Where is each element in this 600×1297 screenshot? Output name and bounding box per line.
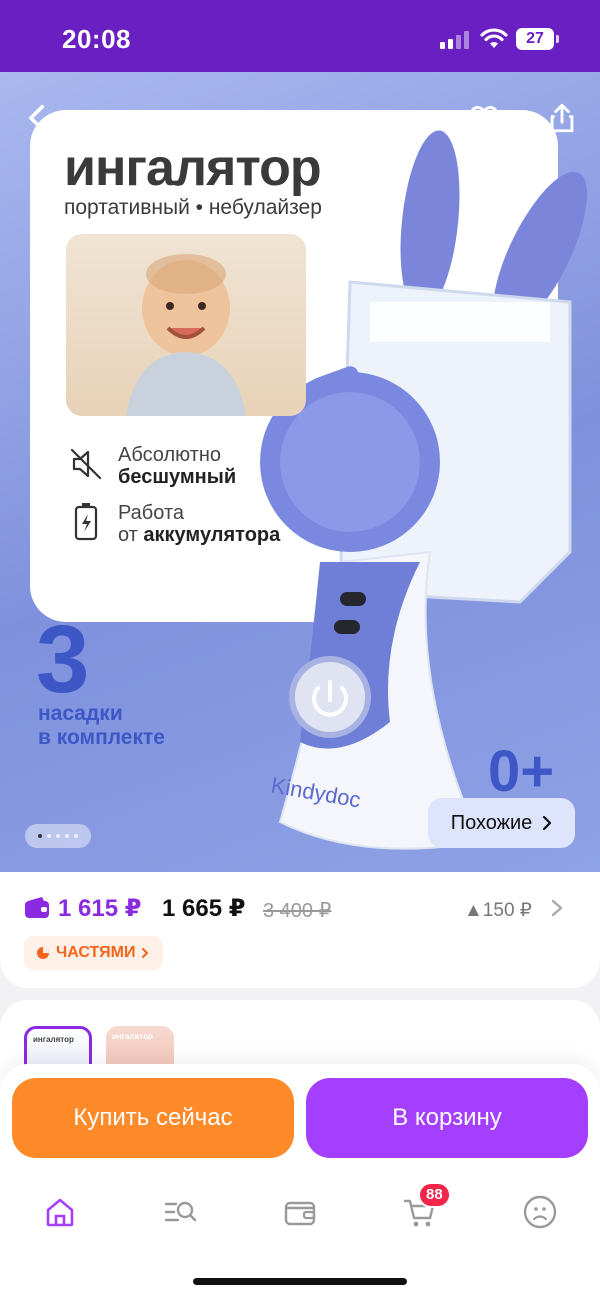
pagination-dot [47,834,51,838]
home-icon [46,1198,74,1227]
similar-label: Похожие [450,811,533,834]
pagination-dot [56,834,60,838]
feature-silent-line1: Абсолютно [118,444,222,466]
speaker-muted-icon [70,448,102,480]
chevron-right-icon [543,815,552,831]
tab-bar [0,1182,600,1242]
profile-icon [523,1195,557,1229]
buy-now-button[interactable]: Купить сейчас [12,1078,294,1158]
heart-icon [469,106,499,131]
carousel-pagination[interactable] [25,824,91,848]
wallet-price: 1 615 ₽ [58,895,142,922]
chevron-right-icon [142,948,149,958]
home-indicator [193,1278,407,1285]
hero-subtitle: портативный • небулайзер [64,196,322,219]
tab-catalog[interactable] [150,1182,210,1242]
attachments-count: 3 [36,606,90,713]
feature-battery-line1: Работа [118,502,184,524]
cart-count-badge: 88 [418,1182,451,1208]
feature-silent-line2: бесшумный [118,466,237,488]
price-section: 1 615 ₽ 1 665 ₽ 3 400 ₽ ▲150 ₽ ЧАСТЯМИ [0,872,600,988]
wallet-icon [25,897,49,918]
current-price: 1 665 ₽ [162,895,246,922]
tab-wallet[interactable] [270,1182,330,1242]
similar-products-button[interactable]: Похожие [428,798,575,848]
installments-label: ЧАСТЯМИ [56,944,136,961]
tab-home[interactable] [30,1182,90,1242]
catalog-search-icon [164,1201,197,1222]
battery-charge-icon [74,503,98,541]
favorite-button[interactable] [462,96,506,140]
pagination-dot-active [38,834,42,838]
battery-icon: 27 [516,28,559,50]
wifi-icon [480,28,508,48]
status-time: 20:08 [62,24,131,54]
bottom-panel: Купить сейчас В корзину 88 [0,1064,600,1297]
installments-badge[interactable]: ЧАСТЯМИ [24,936,164,970]
pagination-dot [65,834,69,838]
status-bar: 20:08 27 [0,0,600,72]
share-button[interactable] [540,96,584,140]
back-button[interactable] [16,96,60,140]
old-price: 3 400 ₽ [263,900,332,922]
wallet-icon [284,1201,316,1226]
product-image-carousel[interactable]: Kindydoc ингалятор портативный • небулай… [0,72,600,872]
attachments-caption: насадки в комплекте [38,702,165,749]
cellular-signal-icon [440,31,470,49]
price-change[interactable]: ▲150 ₽ [464,899,532,922]
tab-profile[interactable] [510,1182,570,1242]
hero-title: ингалятор [64,139,322,197]
pie-chart-icon [37,947,49,959]
share-icon [550,103,574,133]
baby-photo [66,234,306,416]
add-to-cart-button[interactable]: В корзину [306,1078,588,1158]
pagination-dot [74,834,78,838]
age-label: 0+ [488,739,555,804]
chevron-right-icon[interactable] [550,898,564,918]
feature-battery-line2: от аккумулятора [118,524,281,546]
chevron-left-icon [29,104,45,132]
